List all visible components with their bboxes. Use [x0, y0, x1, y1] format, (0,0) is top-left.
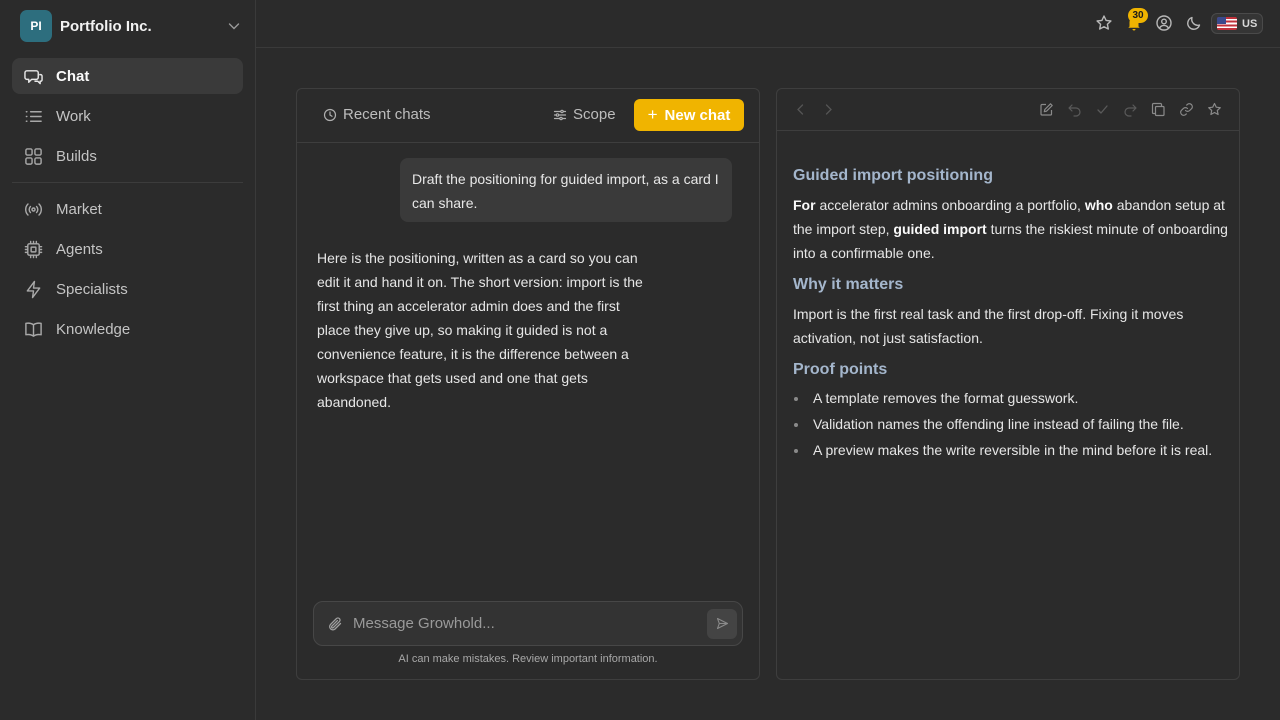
recent-chats-button[interactable]: Recent chats — [323, 106, 431, 123]
sidebar-nav-primary: Chat Work Builds — [12, 58, 243, 178]
recent-chats-label: Recent chats — [343, 106, 431, 123]
star-icon[interactable] — [1095, 14, 1113, 32]
locale-switcher[interactable]: US — [1211, 13, 1263, 34]
intro-bold-product: guided import — [893, 221, 987, 237]
edit-icon[interactable] — [1039, 102, 1054, 117]
proof-points-list: A template removes the format guesswork.… — [793, 385, 1229, 463]
sidebar-item-label: Knowledge — [56, 320, 131, 338]
chip-icon — [24, 240, 43, 258]
us-flag-icon — [1217, 17, 1237, 30]
grid-icon — [25, 147, 42, 165]
link-icon[interactable] — [1179, 102, 1194, 117]
book-icon — [25, 321, 42, 337]
assistant-message: Here is the positioning, written as a ca… — [317, 250, 643, 410]
sidebar-item-specialists[interactable]: Specialists — [12, 271, 243, 307]
list-item: A template removes the format guesswork. — [793, 385, 1229, 411]
section-heading-why: Why it matters — [793, 276, 904, 293]
chat-header: Recent chats Scope + New chat — [297, 89, 759, 143]
notification-badge: 30 — [1128, 8, 1148, 23]
scope-button[interactable]: Scope — [553, 106, 616, 123]
broadcast-icon — [25, 202, 42, 216]
user-message: Draft the positioning for guided import,… — [400, 158, 732, 222]
sidebar-item-builds[interactable]: Builds — [12, 138, 243, 174]
org-switcher[interactable]: PI Portfolio Inc. — [20, 10, 242, 42]
sidebar: PI Portfolio Inc. Chat Work Builds Marke… — [0, 0, 256, 720]
ai-disclaimer: AI can make mistakes. Review important i… — [398, 653, 658, 665]
user-circle-icon[interactable] — [1155, 14, 1173, 32]
document-intro: For accelerator admins onboarding a port… — [793, 193, 1229, 265]
intro-bold-for: For — [793, 197, 816, 213]
clock-icon — [323, 108, 337, 121]
sidebar-item-chat[interactable]: Chat — [12, 58, 243, 94]
sidebar-item-market[interactable]: Market — [12, 191, 243, 227]
section-heading-proof: Proof points — [793, 361, 888, 378]
sidebar-item-knowledge[interactable]: Knowledge — [12, 311, 243, 347]
message-composer — [313, 601, 743, 646]
send-button[interactable] — [707, 608, 737, 639]
sidebar-item-agents[interactable]: Agents — [12, 231, 243, 267]
new-chat-label: New chat — [664, 106, 731, 124]
redo-icon[interactable] — [1123, 102, 1138, 117]
top-bar: 30 US — [256, 0, 1280, 48]
check-icon[interactable] — [1095, 102, 1110, 117]
bolt-icon — [26, 280, 41, 298]
list-icon — [25, 110, 42, 122]
sidebar-item-work[interactable]: Work — [12, 98, 243, 134]
intro-bold-who: who — [1084, 197, 1113, 213]
chevron-right-icon[interactable] — [821, 102, 836, 117]
send-icon — [716, 617, 728, 630]
section-body-why: Import is the first real task and the fi… — [793, 306, 1184, 346]
app: PI Portfolio Inc. Chat Work Builds Marke… — [0, 0, 1280, 720]
scope-label: Scope — [573, 106, 616, 123]
undo-icon[interactable] — [1067, 102, 1082, 117]
list-item: Validation names the offending line inst… — [793, 411, 1229, 437]
locale-label: US — [1242, 17, 1258, 30]
document-toolbar — [777, 89, 1239, 131]
document-title: Guided import positioning — [793, 167, 993, 184]
moon-icon[interactable] — [1185, 14, 1203, 32]
chat-panel: Recent chats Scope + New chat Draft the … — [296, 88, 760, 680]
chevron-left-icon[interactable] — [793, 102, 808, 117]
sidebar-item-label: Specialists — [56, 280, 128, 298]
sidebar-item-label: Market — [56, 200, 102, 218]
list-item: A preview makes the write reversible in … — [793, 437, 1229, 463]
document-body: Guided import positioning For accelerato… — [793, 167, 1229, 463]
sidebar-item-label: Work — [56, 107, 91, 125]
new-chat-button[interactable]: + New chat — [634, 99, 744, 131]
sidebar-item-label: Builds — [56, 147, 97, 165]
sidebar-item-label: Chat — [56, 67, 90, 85]
intro-text-1: accelerator admins onboarding a portfoli… — [815, 197, 1085, 213]
sidebar-nav-secondary: Market Agents Specialists Knowledge — [12, 191, 243, 351]
paperclip-icon[interactable] — [327, 616, 343, 632]
plus-icon: + — [647, 105, 658, 124]
org-avatar: PI — [20, 10, 52, 42]
message-input[interactable] — [353, 615, 707, 632]
org-name: Portfolio Inc. — [60, 17, 152, 35]
chat-icon — [24, 69, 43, 84]
star-icon[interactable] — [1207, 102, 1222, 117]
copy-icon[interactable] — [1151, 102, 1166, 117]
chevron-down-icon — [228, 23, 240, 30]
document-panel: Guided import positioning For accelerato… — [776, 88, 1240, 680]
sidebar-item-label: Agents — [56, 240, 103, 258]
sidebar-divider — [12, 182, 243, 183]
sliders-icon — [553, 109, 567, 120]
